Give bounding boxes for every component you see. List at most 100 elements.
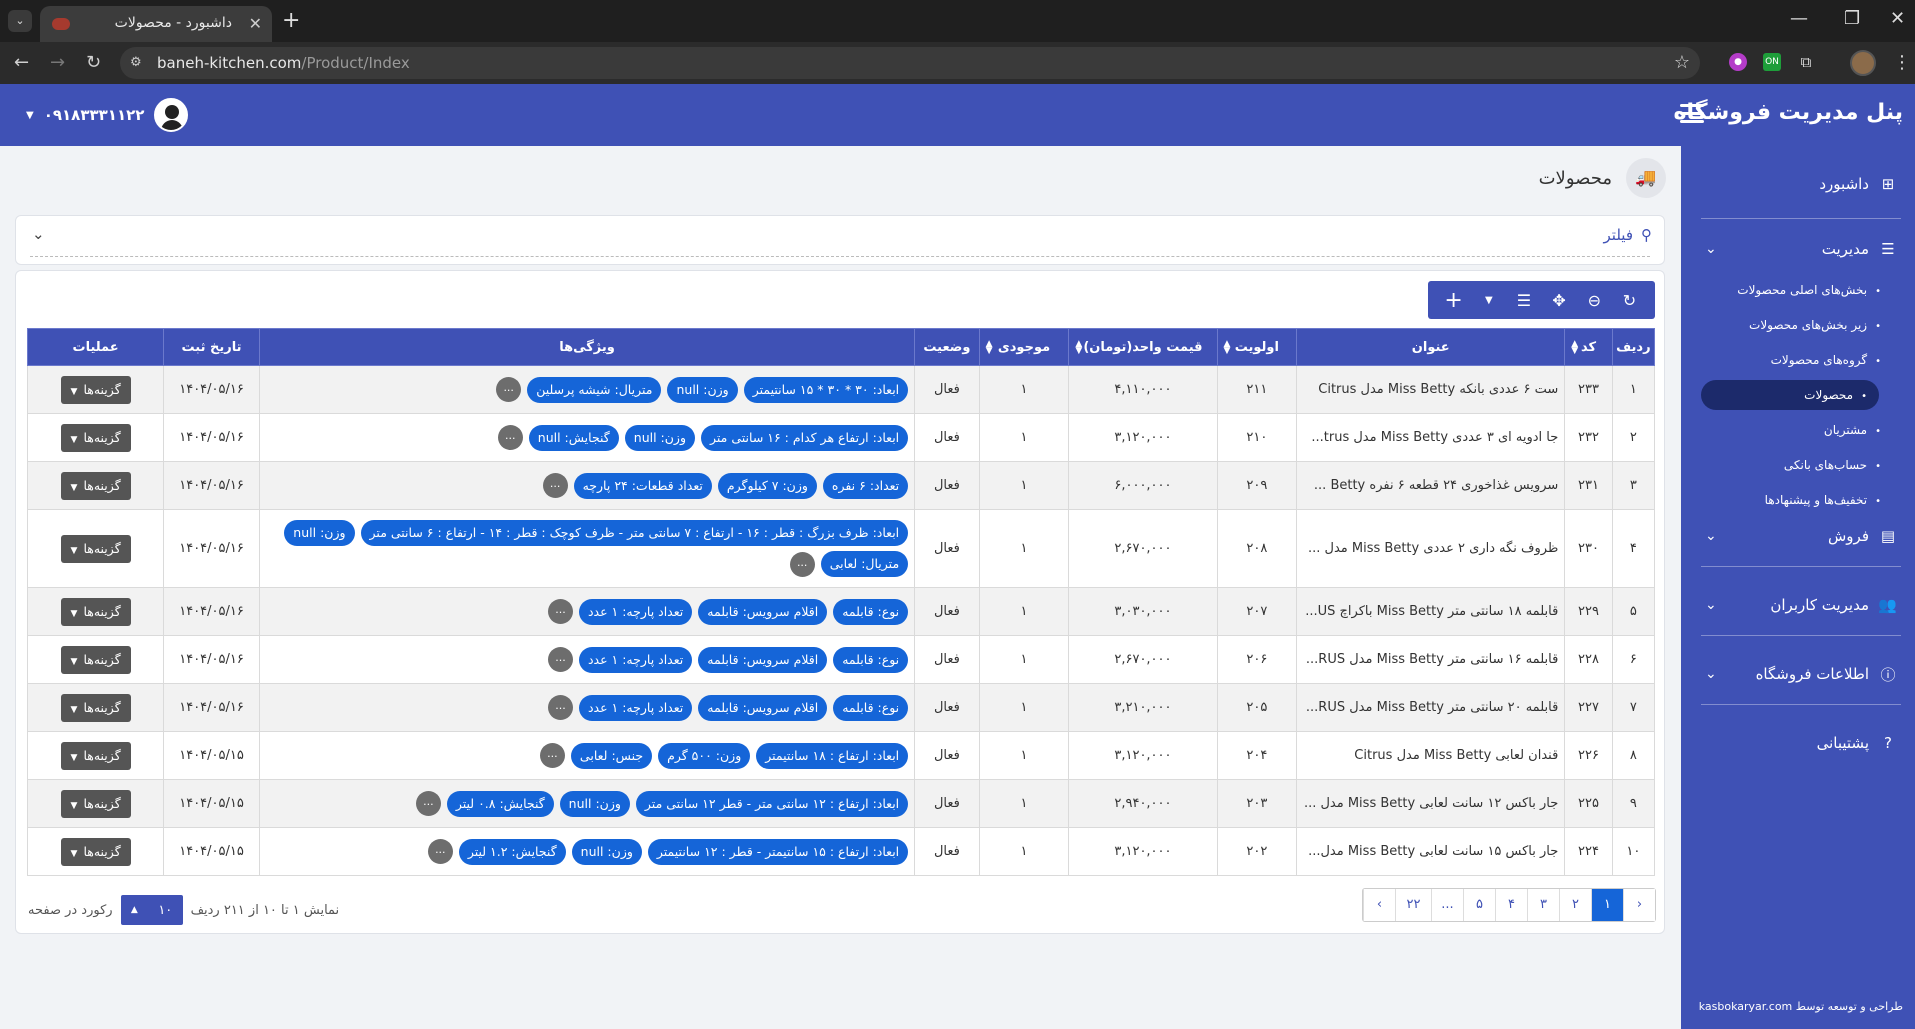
- page-button[interactable]: ۲: [1559, 889, 1591, 921]
- cell-row: ۶: [1611, 635, 1656, 684]
- chevron-down-icon[interactable]: ⌄: [32, 225, 45, 243]
- col-date[interactable]: تاریخ ثبت: [163, 328, 260, 366]
- sidebar-item-management[interactable]: ☰ مدیریت ⌄: [1699, 234, 1897, 264]
- new-tab-button[interactable]: +: [282, 8, 300, 33]
- more-features-button[interactable]: ...: [789, 551, 815, 577]
- back-icon[interactable]: ←: [14, 52, 29, 73]
- browser-tab[interactable]: داشبورد - محصولات ✕: [40, 6, 272, 42]
- more-features-button[interactable]: ...: [497, 425, 523, 450]
- col-status[interactable]: وضعیت: [914, 328, 980, 366]
- prev-page-button[interactable]: ‹: [1623, 889, 1655, 921]
- options-button[interactable]: گزینه‌ها▼: [60, 837, 131, 866]
- more-features-button[interactable]: ...: [539, 743, 565, 768]
- cell-stock: ۱: [978, 731, 1070, 780]
- sidebar-subitem-bank-accounts[interactable]: حساب‌های بانکی: [1784, 458, 1881, 472]
- options-button[interactable]: گزینه‌ها▼: [60, 597, 131, 626]
- options-button[interactable]: گزینه‌ها▼: [60, 423, 131, 452]
- cell-status: فعال: [914, 827, 980, 876]
- sidebar-subitem-customers[interactable]: مشتریان: [1824, 423, 1881, 437]
- sidebar-subitem-main-sections[interactable]: بخش‌های اصلی محصولات: [1737, 283, 1881, 297]
- options-button[interactable]: گزینه‌ها▼: [60, 789, 131, 818]
- move-icon[interactable]: ✥: [1544, 291, 1574, 310]
- more-features-button[interactable]: ...: [547, 647, 573, 672]
- sidebar-item-dashboard[interactable]: ⊞ داشبورد: [1699, 169, 1897, 199]
- sidebar-subitem-sub-sections[interactable]: زیر بخش‌های محصولات: [1749, 318, 1881, 332]
- options-button[interactable]: گزینه‌ها▼: [60, 534, 131, 563]
- restore-icon[interactable]: ❐: [1844, 8, 1860, 29]
- sidebar-item-users[interactable]: 👥 مدیریت کاربران ⌄: [1699, 590, 1897, 620]
- user-phone: ۰۹۱۸۳۳۳۱۱۲۲: [43, 106, 145, 124]
- feature-chip: ابعاد: ارتفاع : ۱۲ سانتی متر - قطر ۱۲ سا…: [635, 790, 909, 817]
- feature-chip: نوع: قابلمه: [833, 646, 909, 673]
- col-title[interactable]: عنوان: [1296, 328, 1566, 366]
- sidebar-item-store-info[interactable]: ⓘ اطلاعات فروشگاه ⌄: [1699, 659, 1897, 689]
- options-button[interactable]: گزینه‌ها▼: [60, 471, 131, 500]
- sidebar-subitem-products[interactable]: محصولات: [1701, 380, 1879, 410]
- close-window-icon[interactable]: ✕: [1890, 8, 1905, 29]
- sidebar-item-support[interactable]: ? پشتیبانی: [1699, 728, 1897, 758]
- page-button[interactable]: ۵: [1463, 889, 1495, 921]
- page-button[interactable]: ۳: [1527, 889, 1559, 921]
- chevron-down-icon: ⌄: [1705, 597, 1717, 613]
- extension-icon[interactable]: ●: [1729, 53, 1747, 71]
- toggle-icon[interactable]: ⊖: [1579, 291, 1609, 310]
- more-features-button[interactable]: ...: [415, 791, 441, 816]
- more-features-button[interactable]: ...: [542, 473, 568, 498]
- rows-info-text: نمایش ۱ تا ۱۰ از ۲۱۱ ردیف: [190, 902, 340, 918]
- caret-up-icon: ▲: [130, 905, 138, 915]
- filter-panel[interactable]: ⚲ فیلتر ⌄: [15, 215, 1665, 265]
- cell-status: فعال: [914, 731, 980, 780]
- caret-down-icon: ▼: [70, 848, 78, 859]
- page-button[interactable]: ۲۲: [1395, 889, 1431, 921]
- close-tab-icon[interactable]: ✕: [249, 14, 262, 33]
- more-features-button[interactable]: ...: [547, 599, 573, 624]
- pagination-info: نمایش ۱ تا ۱۰ از ۲۱۱ ردیف ۱۰ ▲ رکورد در …: [28, 895, 339, 925]
- page-button[interactable]: ۱: [1591, 889, 1623, 921]
- options-button[interactable]: گزینه‌ها▼: [60, 645, 131, 674]
- col-priority[interactable]: اولویت ▲ ▼: [1216, 328, 1298, 366]
- feature-chip: متریال: لعابی: [820, 551, 909, 577]
- sidebar-subitem-discounts[interactable]: تخفیف‌ها و پیشنهادها: [1765, 493, 1881, 507]
- sidebar-subitem-product-groups[interactable]: گروه‌های محصولات: [1771, 353, 1881, 367]
- col-price[interactable]: قیمت واحد(تومان) ▲ ▼: [1068, 328, 1218, 366]
- tab-search-button[interactable]: ⌄: [8, 10, 32, 32]
- user-menu[interactable]: ▼ ۰۹۱۸۳۳۳۱۱۲۲: [26, 98, 189, 132]
- more-features-button[interactable]: ...: [496, 377, 522, 402]
- reload-icon[interactable]: ↻: [86, 52, 101, 73]
- more-features-button[interactable]: ...: [547, 695, 573, 720]
- minimize-icon[interactable]: —: [1790, 8, 1808, 29]
- table-header-row: ردیف کد ▲ ▼ عنوان اولویت ▲ ▼ قیمت واحد(تومان…: [26, 328, 1656, 366]
- col-stock[interactable]: موجودی ▲ ▼: [978, 328, 1070, 366]
- filter-toggle[interactable]: ⚲ فیلتر: [1604, 226, 1652, 244]
- page-button[interactable]: ۴: [1495, 889, 1527, 921]
- extension-on-icon[interactable]: ON: [1763, 53, 1781, 71]
- extensions-puzzle-icon[interactable]: ⧉: [1797, 53, 1815, 71]
- page-size-select[interactable]: ۱۰ ▲: [120, 895, 183, 925]
- refresh-icon[interactable]: ↻: [1614, 291, 1644, 310]
- col-code[interactable]: کد ▲ ▼: [1564, 328, 1613, 366]
- page-button[interactable]: ...: [1431, 889, 1463, 921]
- more-features-button[interactable]: ...: [427, 839, 453, 864]
- next-page-button[interactable]: ›: [1363, 889, 1395, 921]
- feature-chip: ابعاد: ۳۰ * ۳۰ * ۱۵ سانتیمتر: [743, 376, 909, 403]
- forward-icon[interactable]: →: [50, 52, 65, 73]
- cell-actions: گزینه‌ها▼: [26, 827, 165, 876]
- cell-priority: ۲۰۴: [1216, 731, 1298, 780]
- col-features[interactable]: ویژگی‌ها: [258, 328, 916, 366]
- bookmark-star-icon[interactable]: ☆: [1674, 52, 1690, 73]
- chevron-down-icon[interactable]: ▼: [1474, 295, 1504, 306]
- profile-avatar[interactable]: [1850, 50, 1876, 76]
- site-info-icon[interactable]: ⚙: [130, 55, 146, 71]
- cell-features: ابعاد: ارتفاع هر کدام : ۱۶ سانتی متروزن:…: [258, 413, 916, 462]
- cell-features: نوع: قابلمهاقلام سرویس: قابلمهتعداد پارچ…: [258, 587, 916, 636]
- cell-priority: ۲۰۳: [1216, 779, 1298, 828]
- options-button[interactable]: گزینه‌ها▼: [60, 693, 131, 722]
- add-button[interactable]: +: [1439, 288, 1469, 313]
- col-row[interactable]: ردیف: [1611, 328, 1656, 366]
- url-field[interactable]: ⚙ baneh-kitchen.com/Product/Index ☆: [120, 47, 1700, 79]
- options-button[interactable]: گزینه‌ها▼: [60, 741, 131, 770]
- sidebar-item-sales[interactable]: ▤ فروش ⌄: [1699, 521, 1897, 551]
- options-button[interactable]: گزینه‌ها▼: [60, 375, 131, 404]
- browser-menu-icon[interactable]: ⋮: [1893, 52, 1911, 73]
- columns-list-icon[interactable]: ☰: [1509, 291, 1539, 310]
